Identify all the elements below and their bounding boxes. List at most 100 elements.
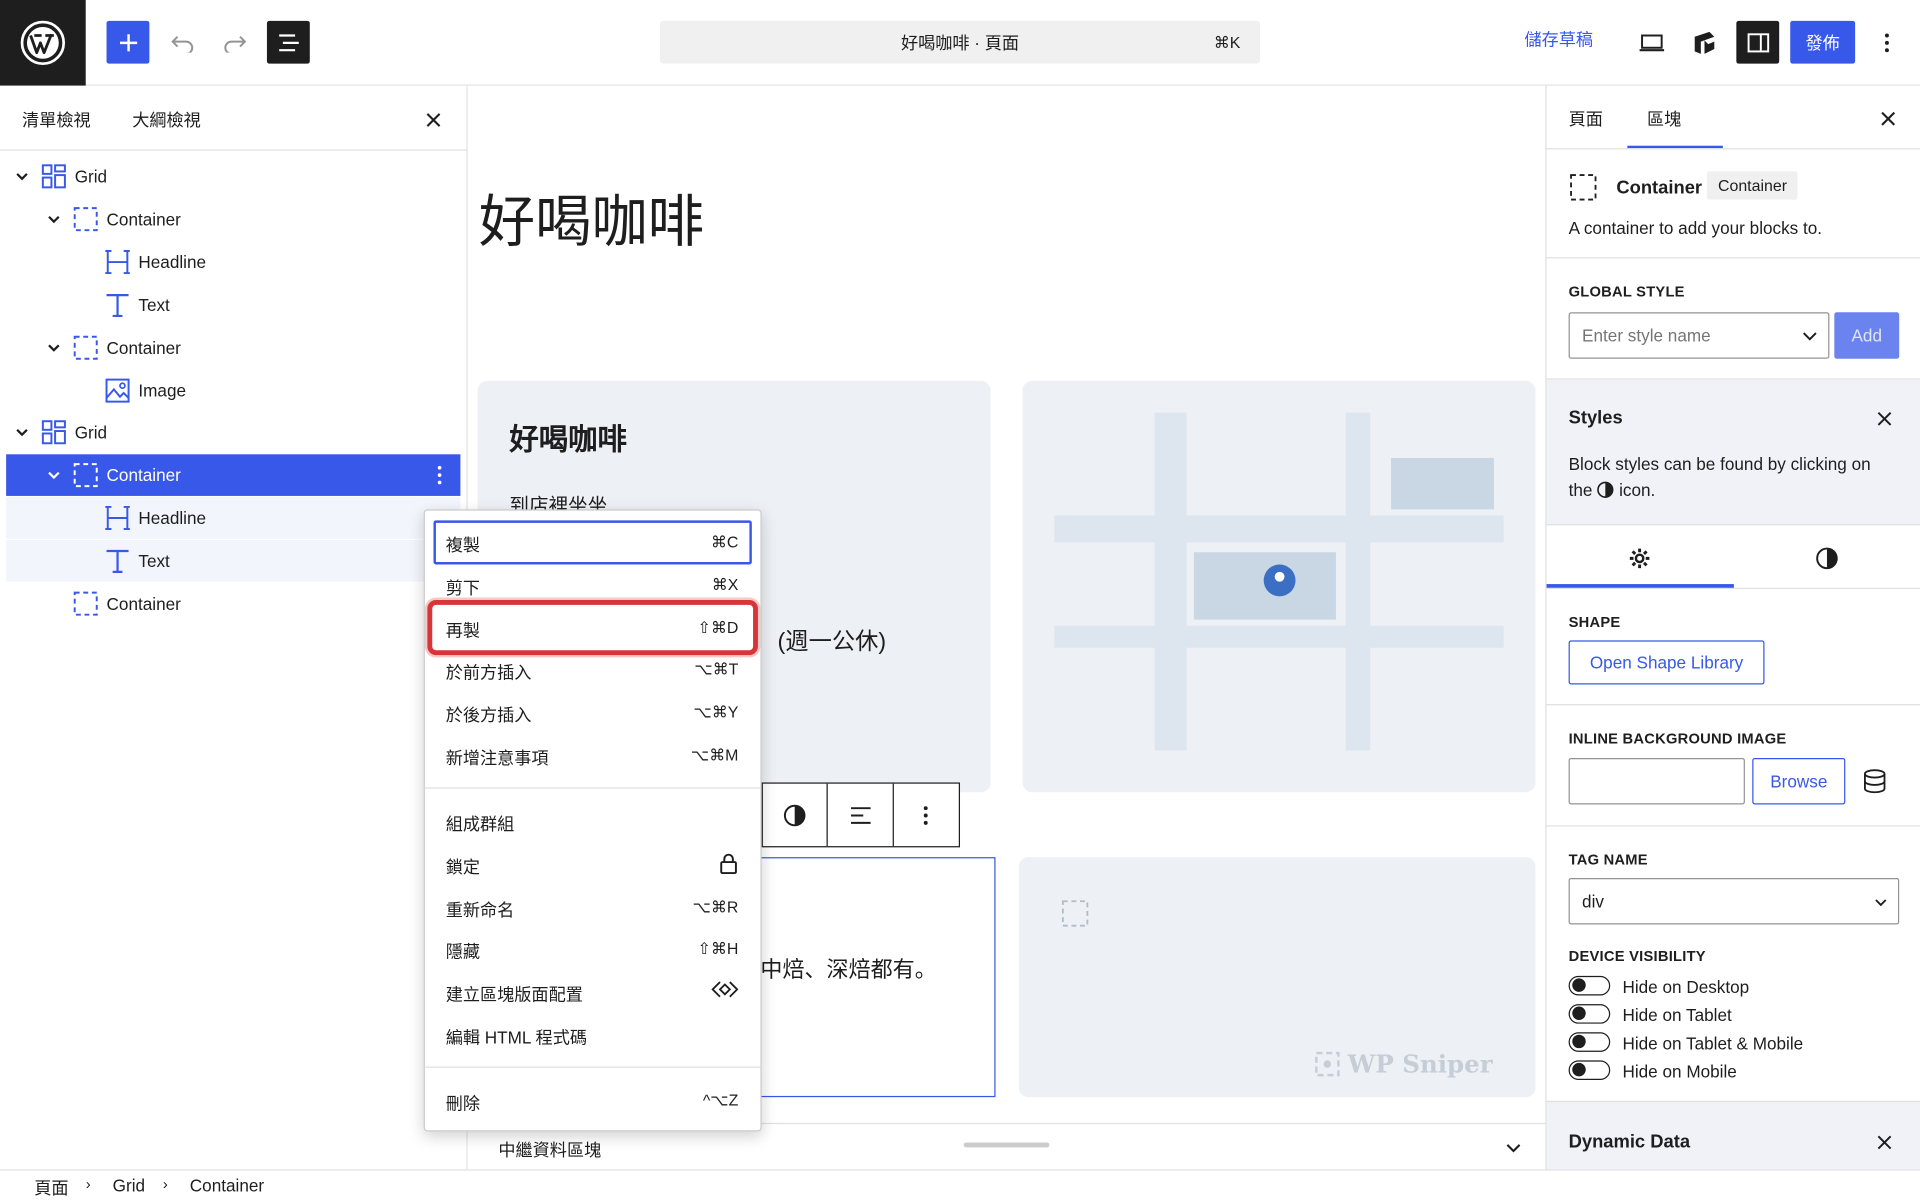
list-view-panel: 清單檢視 大綱檢視 Grid Container Headline Text Conta… [0,85,468,1170]
menu-item[interactable]: 刪除 ^⌥Z [425,1079,761,1122]
chevron-down-icon[interactable] [47,340,62,355]
block-context-menu: 複製 ⌘C 剪下 ⌘X 再製 ⇧⌘D 於前方插入 ⌥⌘T 於後方插入 ⌥⌘Y 新增注意事項 ⌥⌘M 組成… [423,509,762,1132]
hide-on-tablet-mobile-toggle[interactable] [1568,1032,1611,1052]
publish-button[interactable]: 發佈 [1790,20,1856,64]
headline-icon [105,506,130,531]
database-icon[interactable] [1861,768,1888,795]
chevron-down-icon[interactable] [1504,1138,1524,1158]
breadcrumb-grid[interactable]: Grid [113,1176,145,1196]
list-item[interactable]: Text [6,284,460,326]
container-icon [73,207,98,232]
settings-panel-toggle[interactable] [1736,20,1780,64]
page-title[interactable]: 好喝咖啡 [479,178,704,259]
browse-button[interactable]: Browse [1752,757,1846,805]
menu-item-shortcut: ^⌥Z [702,1091,739,1110]
align-button[interactable] [828,783,894,847]
wordpress-logo-icon[interactable] [0,0,86,86]
menu-item-label: 於後方插入 [445,705,532,726]
menu-item-label: 剪下 [445,577,481,598]
block-inspector: 頁面 區塊 Container Container A container to… [1545,85,1920,1170]
selected-container[interactable]: 中焙、深焙都有。 [749,857,996,1098]
list-item[interactable]: Grid [6,412,460,454]
hide-on-mobile-toggle[interactable] [1568,1060,1611,1081]
command-palette-bar[interactable]: 好喝咖啡 · 頁面 ⌘K [660,20,1261,64]
empty-container[interactable]: WP Sniper [1018,857,1536,1098]
list-item[interactable]: Container [6,198,460,240]
options-button[interactable] [1869,21,1906,64]
tab-block[interactable]: 區塊 [1647,107,1681,131]
list-item[interactable]: Container [6,454,461,497]
menu-item[interactable]: 新增注意事項 ⌥⌘M [425,733,761,776]
tab-outline[interactable]: 大綱檢視 [132,108,201,132]
command-shortcut: ⌘K [1213,33,1241,52]
crosshair-icon [1314,1051,1340,1077]
menu-item[interactable]: 重新命名 ⌥⌘R [425,885,761,928]
contrast-icon[interactable] [1815,546,1839,570]
menu-item-label: 組成群組 [445,814,515,834]
hide-on-tablet-toggle[interactable] [1568,1004,1611,1024]
align-left-icon [850,806,871,824]
breadcrumb-page[interactable]: 頁面 [34,1176,68,1200]
menu-item[interactable]: 再製 ⇧⌘D [425,599,761,655]
card-headline[interactable]: 好喝咖啡 [509,415,627,458]
tag-name-select[interactable]: div [1568,877,1900,925]
style-toggle-button[interactable] [763,783,829,847]
menu-item[interactable]: 隱藏 ⇧⌘H [425,927,761,970]
redo-button[interactable] [213,21,256,64]
list-item-label: Container [106,465,181,486]
menu-item[interactable]: 編輯 HTML 程式碼 [425,1013,761,1056]
background-image-url-input[interactable] [1568,757,1745,805]
styles-notice-text: Block styles can be found by clicking on… [1568,454,1871,500]
list-item[interactable]: Text [6,540,461,582]
menu-item[interactable]: 於前方插入 ⌥⌘T [425,648,761,691]
add-global-style-button[interactable]: Add [1834,312,1900,359]
menu-item-shortcut: ⌥⌘R [692,897,739,916]
menu-item[interactable]: 鎖定 [425,842,761,885]
chevron-down-icon[interactable] [15,169,30,184]
close-icon[interactable] [1875,105,1902,132]
list-item[interactable]: Headline [6,241,460,283]
list-item-label: Image [138,380,187,400]
list-item[interactable]: Grid [6,156,460,198]
undo-button[interactable] [160,21,203,64]
hide-on-desktop-toggle[interactable] [1568,975,1611,996]
close-icon[interactable] [1872,1130,1896,1154]
selected-text[interactable]: 中焙、深焙都有。 [760,953,936,985]
gear-icon[interactable] [1627,546,1651,570]
resize-handle[interactable] [963,1142,1050,1148]
preview-button[interactable] [1630,21,1673,64]
list-item[interactable]: Container [6,326,460,368]
close-icon [426,113,441,127]
opening-hours-text[interactable]: (週一公休) [778,623,887,656]
tab-list-view[interactable]: 清單檢視 [22,108,91,132]
pattern-icon [711,980,739,1000]
grid-icon [41,164,66,189]
more-vertical-icon[interactable] [437,466,442,486]
block-options-button[interactable] [894,784,959,846]
menu-item[interactable]: 於後方插入 ⌥⌘Y [425,691,761,734]
image-icon [105,378,130,403]
chevron-down-icon[interactable] [15,425,30,440]
document-overview-button[interactable] [266,20,310,64]
list-item[interactable]: Image [6,369,460,411]
chevron-down-icon[interactable] [47,212,62,227]
list-item[interactable]: Container [6,583,460,625]
menu-item[interactable]: 建立區塊版面配置 [425,970,761,1013]
menu-item[interactable]: 組成群組 [425,800,761,843]
add-block-button[interactable] [106,20,150,64]
close-icon[interactable] [1872,407,1896,431]
block-card: Container Container A container to add y… [1546,148,1920,259]
map-image-container[interactable] [1022,380,1536,793]
save-draft-button[interactable]: 儲存草稿 [1525,27,1594,51]
global-style-select[interactable]: Enter style name [1568,312,1830,359]
close-list-view-button[interactable] [420,107,447,134]
menu-item-shortcut: ⌥⌘T [694,660,739,679]
chevron-down-icon[interactable] [47,468,62,483]
list-item[interactable]: Headline [6,497,461,540]
plus-icon [119,33,137,51]
tab-page[interactable]: 頁面 [1569,107,1603,131]
menu-item[interactable]: 複製 ⌘C [425,520,761,565]
generateblocks-button[interactable] [1682,21,1725,64]
open-shape-library-button[interactable]: Open Shape Library [1568,640,1765,685]
breadcrumb-container[interactable]: Container [190,1176,264,1196]
